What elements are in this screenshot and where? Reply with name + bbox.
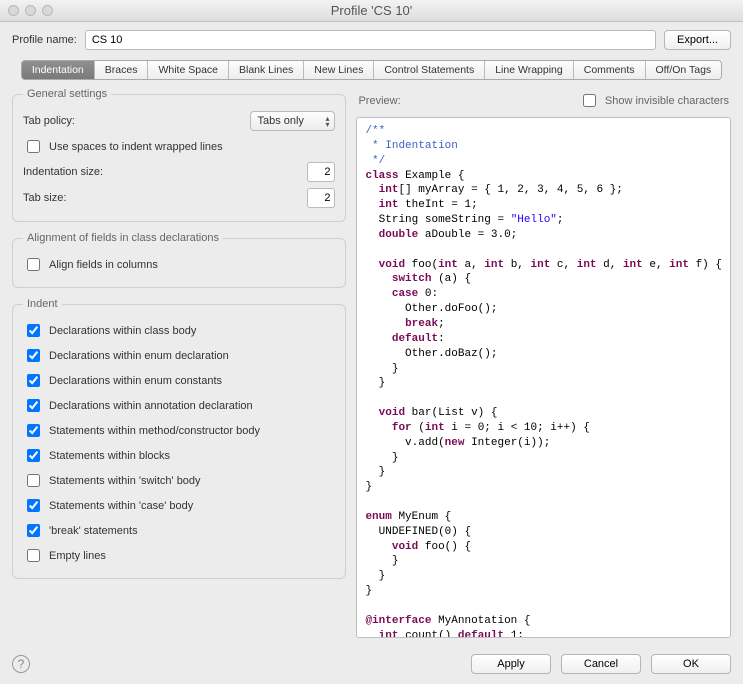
chevron-updown-icon: ▴▾ [325, 116, 329, 128]
indent-group: Indent Declarations within class body Dec… [12, 298, 346, 579]
indent-item: Statements within 'case' body [23, 493, 335, 518]
indent-checkbox-4[interactable] [27, 424, 40, 437]
indent-label-0: Declarations within class body [49, 325, 196, 337]
tab-braces[interactable]: Braces [95, 61, 149, 79]
indent-checkbox-7[interactable] [27, 499, 40, 512]
indent-size-label: Indentation size: [23, 166, 103, 178]
general-settings-group: General settings Tab policy: Tabs only ▴… [12, 88, 346, 222]
indent-checkbox-6[interactable] [27, 474, 40, 487]
indent-label-3: Declarations within annotation declarati… [49, 400, 253, 412]
tab-off-on-tags[interactable]: Off/On Tags [646, 61, 722, 79]
indent-checkbox-1[interactable] [27, 349, 40, 362]
tab-policy-select[interactable]: Tabs only ▴▾ [250, 111, 335, 131]
left-pane: General settings Tab policy: Tabs only ▴… [12, 88, 346, 638]
alignment-group: Alignment of fields in class declaration… [12, 232, 346, 288]
tab-bar: IndentationBracesWhite SpaceBlank LinesN… [21, 60, 722, 80]
indent-item: Declarations within class body [23, 318, 335, 343]
indent-checkbox-0[interactable] [27, 324, 40, 337]
tab-size-input[interactable] [307, 188, 335, 208]
close-icon[interactable] [8, 5, 19, 16]
window-controls [8, 5, 53, 16]
indent-label-6: Statements within 'switch' body [49, 475, 201, 487]
tab-policy-value: Tabs only [257, 115, 303, 127]
indent-label-4: Statements within method/constructor bod… [49, 425, 260, 437]
indent-checkbox-2[interactable] [27, 374, 40, 387]
tab-policy-label: Tab policy: [23, 115, 75, 127]
profile-name-label: Profile name: [12, 34, 77, 46]
indent-item: Statements within 'switch' body [23, 468, 335, 493]
ok-button[interactable]: OK [651, 654, 731, 674]
window-title: Profile 'CS 10' [0, 3, 743, 18]
use-spaces-label: Use spaces to indent wrapped lines [49, 141, 223, 153]
indent-title: Indent [23, 298, 62, 310]
preview-title: Preview: [358, 95, 400, 107]
tab-indentation[interactable]: Indentation [22, 61, 95, 79]
indent-label-9: Empty lines [49, 550, 106, 562]
align-fields-label: Align fields in columns [49, 259, 158, 271]
right-pane: Preview: Show invisible characters /** *… [356, 88, 731, 638]
indent-item: Declarations within enum constants [23, 368, 335, 393]
minimize-icon[interactable] [25, 5, 36, 16]
indent-item: Statements within blocks [23, 443, 335, 468]
show-invisible-checkbox[interactable] [583, 94, 596, 107]
use-spaces-checkbox[interactable] [27, 140, 40, 153]
indent-item: Statements within method/constructor bod… [23, 418, 335, 443]
indent-checkbox-8[interactable] [27, 524, 40, 537]
preview-code: /** * Indentation */ class Example { int… [356, 117, 731, 638]
indent-label-7: Statements within 'case' body [49, 500, 193, 512]
tab-control-statements[interactable]: Control Statements [374, 61, 485, 79]
indent-checkbox-3[interactable] [27, 399, 40, 412]
apply-button[interactable]: Apply [471, 654, 551, 674]
alignment-title: Alignment of fields in class declaration… [23, 232, 223, 244]
zoom-icon[interactable] [42, 5, 53, 16]
indent-label-2: Declarations within enum constants [49, 375, 222, 387]
tab-comments[interactable]: Comments [574, 61, 646, 79]
profile-row: Profile name: Export... [0, 22, 743, 56]
indent-checkbox-9[interactable] [27, 549, 40, 562]
indent-label-5: Statements within blocks [49, 450, 170, 462]
tab-new-lines[interactable]: New Lines [304, 61, 374, 79]
bottom-bar: ? Apply Cancel OK [0, 646, 743, 684]
indent-item: 'break' statements [23, 518, 335, 543]
tab-line-wrapping[interactable]: Line Wrapping [485, 61, 574, 79]
help-icon[interactable]: ? [12, 655, 30, 673]
indent-size-input[interactable] [307, 162, 335, 182]
tabs-row: IndentationBracesWhite SpaceBlank LinesN… [0, 56, 743, 88]
tab-blank-lines[interactable]: Blank Lines [229, 61, 304, 79]
title-bar: Profile 'CS 10' [0, 0, 743, 22]
tab-size-label: Tab size: [23, 192, 66, 204]
indent-item: Declarations within enum declaration [23, 343, 335, 368]
show-invisible-label: Show invisible characters [605, 95, 729, 107]
profile-name-input[interactable] [85, 30, 656, 50]
export-button[interactable]: Export... [664, 30, 731, 50]
general-settings-title: General settings [23, 88, 111, 100]
content-area: General settings Tab policy: Tabs only ▴… [0, 88, 743, 646]
indent-checkbox-5[interactable] [27, 449, 40, 462]
indent-label-1: Declarations within enum declaration [49, 350, 229, 362]
indent-item: Declarations within annotation declarati… [23, 393, 335, 418]
tab-white-space[interactable]: White Space [148, 61, 229, 79]
align-fields-checkbox[interactable] [27, 258, 40, 271]
indent-item: Empty lines [23, 543, 335, 568]
cancel-button[interactable]: Cancel [561, 654, 641, 674]
indent-label-8: 'break' statements [49, 525, 138, 537]
